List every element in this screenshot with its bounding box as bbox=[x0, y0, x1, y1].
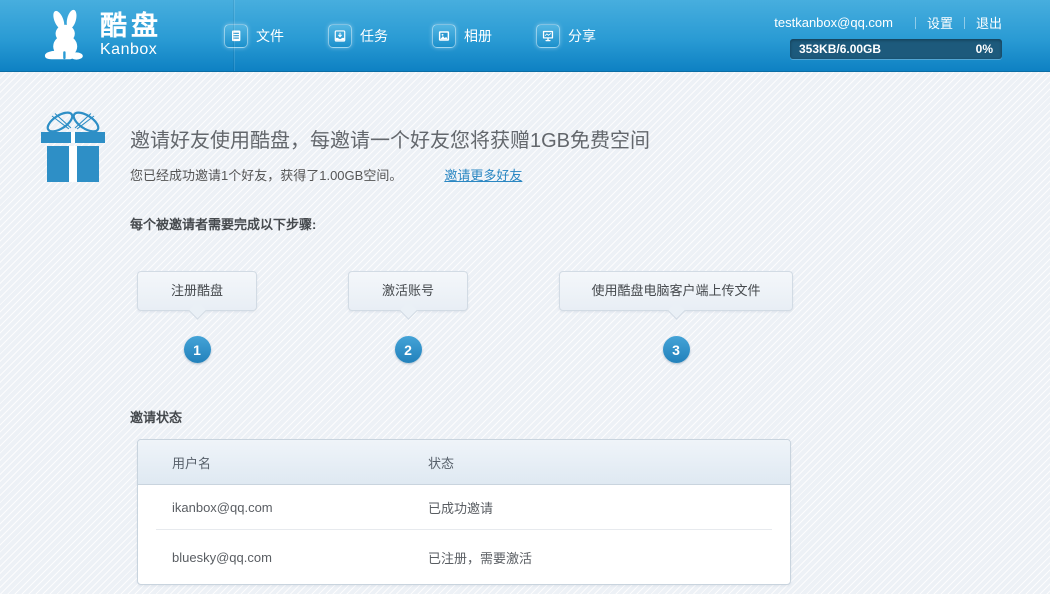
nav-item-albums[interactable]: 相册 bbox=[422, 18, 502, 54]
step-bubble: 使用酷盘电脑客户端上传文件 bbox=[559, 271, 793, 311]
step-number-badge: 3 bbox=[663, 336, 690, 363]
row-state: 已成功邀请 bbox=[428, 498, 790, 517]
steps-label: 每个被邀请者需要完成以下步骤: bbox=[130, 214, 1050, 233]
kanbox-logo[interactable]: 酷盘 Kanbox bbox=[42, 9, 162, 63]
invite-more-link[interactable]: 邀请更多好友 bbox=[444, 165, 522, 184]
header-divider bbox=[233, 0, 234, 71]
nav-label-files: 文件 bbox=[256, 26, 284, 46]
step-register: 注册酷盘 1 bbox=[137, 271, 257, 363]
nav-item-share[interactable]: 分享 bbox=[526, 18, 606, 54]
table-header: 用户名 状态 bbox=[138, 440, 790, 485]
document-icon bbox=[224, 24, 248, 48]
task-box-icon bbox=[328, 24, 352, 48]
row-state: 已注册，需要激活 bbox=[428, 548, 790, 567]
gift-icon bbox=[38, 105, 108, 185]
top-header: 酷盘 Kanbox 文件 bbox=[0, 0, 1050, 72]
main-content: 邀请好友使用酷盘，每邀请一个好友您将获赠1GB免费空间 您已经成功邀请1个好友，… bbox=[0, 72, 1050, 585]
account-row: testkanbox@qq.com 设置 退出 bbox=[774, 13, 1002, 33]
logo-title: 酷盘 bbox=[100, 12, 162, 40]
storage-usage-text: 353KB/6.00GB bbox=[799, 42, 881, 56]
account-area: testkanbox@qq.com 设置 退出 353KB/6.00GB 0% bbox=[774, 13, 1002, 59]
column-header-state: 状态 bbox=[428, 453, 790, 472]
separator bbox=[964, 17, 965, 29]
monitor-share-icon bbox=[536, 24, 560, 48]
separator bbox=[915, 17, 916, 29]
logo-text: 酷盘 Kanbox bbox=[100, 12, 162, 59]
account-email[interactable]: testkanbox@qq.com bbox=[774, 15, 893, 30]
step-number-badge: 2 bbox=[395, 336, 422, 363]
step-activate: 激活账号 2 bbox=[348, 271, 468, 363]
nav-item-files[interactable]: 文件 bbox=[214, 18, 294, 54]
step-upload: 使用酷盘电脑客户端上传文件 3 bbox=[559, 271, 793, 363]
logout-link[interactable]: 退出 bbox=[976, 13, 1002, 32]
settings-link[interactable]: 设置 bbox=[927, 13, 953, 32]
invite-intro: 邀请好友使用酷盘，每邀请一个好友您将获赠1GB免费空间 您已经成功邀请1个好友，… bbox=[0, 72, 1050, 184]
table-row: bluesky@qq.com 已注册，需要激活 bbox=[138, 530, 790, 584]
step-bubble: 注册酷盘 bbox=[137, 271, 257, 311]
invite-status-title: 邀请状态 bbox=[130, 407, 1050, 426]
step-number-badge: 1 bbox=[184, 336, 211, 363]
page-title: 邀请好友使用酷盘，每邀请一个好友您将获赠1GB免费空间 bbox=[130, 128, 1050, 154]
step-bubble: 激活账号 bbox=[348, 271, 468, 311]
row-username: bluesky@qq.com bbox=[138, 550, 428, 565]
table-row: ikanbox@qq.com 已成功邀请 bbox=[138, 485, 790, 529]
nav-label-share: 分享 bbox=[568, 26, 596, 46]
nav-label-tasks: 任务 bbox=[360, 26, 388, 46]
invite-summary: 您已经成功邀请1个好友，获得了1.00GB空间。 bbox=[130, 165, 402, 184]
storage-usage-bar: 353KB/6.00GB 0% bbox=[790, 39, 1002, 59]
storage-percent: 0% bbox=[976, 42, 993, 56]
rabbit-logo-icon bbox=[42, 9, 90, 63]
column-header-username: 用户名 bbox=[138, 453, 428, 472]
nav-label-albums: 相册 bbox=[464, 26, 492, 46]
row-username: ikanbox@qq.com bbox=[138, 500, 428, 515]
nav-item-tasks[interactable]: 任务 bbox=[318, 18, 398, 54]
main-nav: 文件 任务 相册 bbox=[190, 18, 606, 54]
steps-row: 注册酷盘 1 激活账号 2 使用酷盘电脑客户端上传文件 3 bbox=[137, 271, 1050, 363]
logo-subtitle: Kanbox bbox=[100, 41, 162, 59]
invite-summary-row: 您已经成功邀请1个好友，获得了1.00GB空间。 邀请更多好友 bbox=[130, 165, 1050, 184]
invite-status-table: 用户名 状态 ikanbox@qq.com 已成功邀请 bluesky@qq.c… bbox=[137, 439, 791, 585]
photo-icon bbox=[432, 24, 456, 48]
